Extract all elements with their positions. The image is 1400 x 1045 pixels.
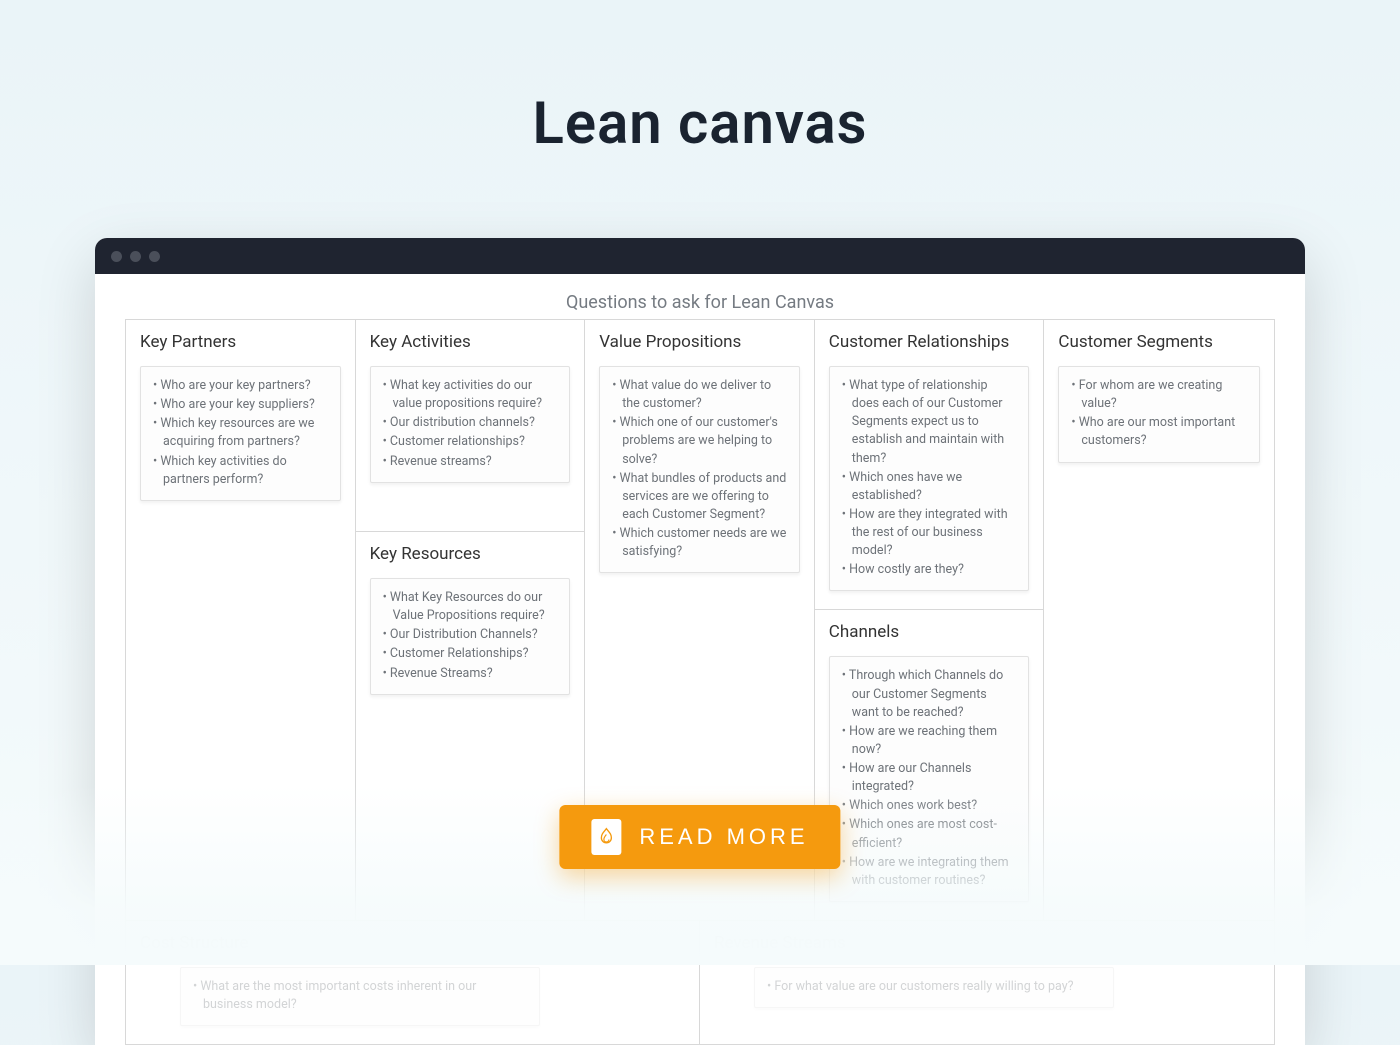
cell-value-propositions: Value Propositions • What value do we de… [585, 320, 814, 591]
cell-key-activities: Key Activities • What key activities do … [356, 320, 585, 532]
cell-revenue-streams: Revenue Streams • For what value are our… [700, 921, 1274, 1044]
list-item: • What are the most important costs inhe… [193, 978, 527, 1014]
note-customer-segments: • For whom are we creating value?• Who a… [1058, 366, 1260, 463]
list-item: • Revenue streams? [383, 453, 558, 471]
cell-title: Customer Relationships [829, 332, 1030, 352]
list-item: • How are we integrating them with custo… [842, 854, 1017, 890]
list-item: • Who are your key suppliers? [153, 396, 328, 414]
list-item: • What bundles of products and services … [612, 470, 787, 524]
page-title: Lean canvas [0, 90, 1400, 158]
cell-title: Cost Structure [140, 933, 685, 953]
cell-cost-structure: Cost Structure • What are the most impor… [126, 921, 700, 1044]
cell-title: Key Activities [370, 332, 571, 352]
window-titlebar [95, 238, 1305, 274]
list-item: • Which ones are most cost-efficient? [842, 816, 1017, 852]
list-item: • What key activities do our value propo… [383, 377, 558, 413]
note-value-propositions: • What value do we deliver to the custom… [599, 366, 800, 573]
note-revenue-streams: • For what value are our customers reall… [754, 967, 1114, 1008]
list-item: • How are they integrated with the rest … [842, 506, 1017, 560]
list-item: • Revenue Streams? [383, 665, 558, 683]
cell-key-partners: Key Partners • Who are your key partners… [126, 320, 355, 519]
list-item: • Who are our most important customers? [1071, 414, 1247, 450]
cell-customer-segments: Customer Segments • For whom are we crea… [1044, 320, 1274, 481]
list-item: • For whom are we creating value? [1071, 377, 1247, 413]
window-content: Questions to ask for Lean Canvas Key Par… [95, 274, 1305, 1045]
list-item: • Which customer needs are we satisfying… [612, 525, 787, 561]
cell-title: Customer Segments [1058, 332, 1260, 352]
col-activities-resources: Key Activities • What key activities do … [356, 320, 586, 920]
read-more-button[interactable]: READ MORE [559, 805, 840, 869]
read-more-label: READ MORE [639, 824, 808, 850]
cell-title: Channels [829, 622, 1030, 642]
list-item: • Which key resources are we acquiring f… [153, 415, 328, 451]
note-key-partners: • Who are your key partners?• Who are yo… [140, 366, 341, 501]
list-item: • For what value are our customers reall… [767, 978, 1101, 996]
list-item: • What value do we deliver to the custom… [612, 377, 787, 413]
note-customer-relationships: • What type of relationship does each of… [829, 366, 1030, 591]
canvas-subheading: Questions to ask for Lean Canvas [125, 292, 1275, 313]
list-item: • Our distribution channels? [383, 414, 558, 432]
list-item: • Which ones work best? [842, 797, 1017, 815]
list-item: • What Key Resources do our Value Propos… [383, 589, 558, 625]
window-close-dot[interactable] [111, 251, 122, 262]
list-item: • Who are your key partners? [153, 377, 328, 395]
col-customer-segments: Customer Segments • For whom are we crea… [1044, 320, 1274, 920]
list-item: • How are our Channels integrated? [842, 760, 1017, 796]
list-item: • Through which Channels do our Customer… [842, 667, 1017, 721]
list-item: • How costly are they? [842, 561, 1017, 579]
cell-title: Value Propositions [599, 332, 800, 352]
list-item: • Customer Relationships? [383, 645, 558, 663]
canvas-bottom-grid: Cost Structure • What are the most impor… [125, 921, 1275, 1045]
cell-title: Key Resources [370, 544, 571, 564]
list-item: • Our Distribution Channels? [383, 626, 558, 644]
list-item: • Which one of our customer's problems a… [612, 414, 787, 468]
col-key-partners: Key Partners • Who are your key partners… [126, 320, 356, 920]
window-minimize-dot[interactable] [130, 251, 141, 262]
list-item: • Customer relationships? [383, 433, 558, 451]
note-key-resources: • What Key Resources do our Value Propos… [370, 578, 571, 695]
window-maximize-dot[interactable] [149, 251, 160, 262]
cell-customer-relationships: Customer Relationships • What type of re… [815, 320, 1044, 610]
cell-title: Key Partners [140, 332, 341, 352]
list-item: • Which ones have we established? [842, 469, 1017, 505]
note-cost-structure: • What are the most important costs inhe… [180, 967, 540, 1026]
note-key-activities: • What key activities do our value propo… [370, 366, 571, 483]
cell-key-resources: Key Resources • What Key Resources do ou… [356, 532, 585, 713]
col-relationships-channels: Customer Relationships • What type of re… [815, 320, 1045, 920]
list-item: • How are we reaching them now? [842, 723, 1017, 759]
browser-window: Questions to ask for Lean Canvas Key Par… [95, 238, 1305, 1045]
cell-channels: Channels • Through which Channels do our… [815, 610, 1044, 920]
pdf-icon [591, 819, 621, 855]
cell-title: Revenue Streams [714, 933, 1260, 953]
note-channels: • Through which Channels do our Customer… [829, 656, 1030, 902]
list-item: • What type of relationship does each of… [842, 377, 1017, 468]
list-item: • Which key activities do partners perfo… [153, 453, 328, 489]
